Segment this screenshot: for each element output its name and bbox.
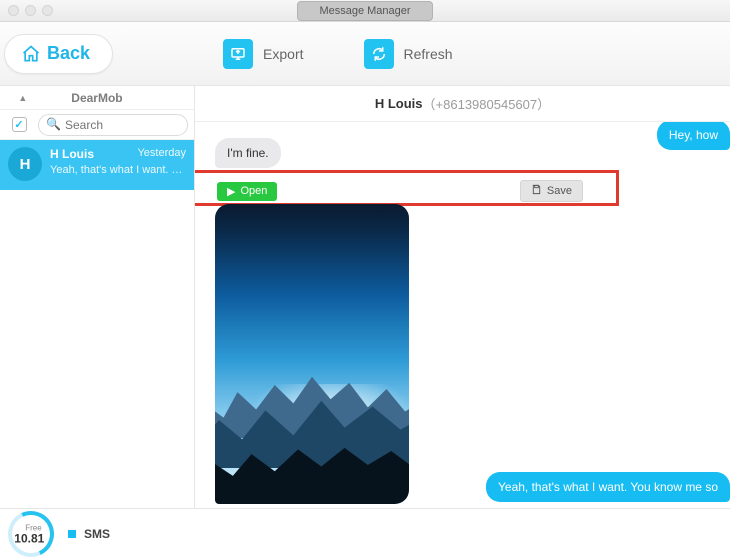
sidebar-header[interactable]: ▲ DearMob	[0, 86, 194, 110]
refresh-icon	[364, 39, 394, 69]
refresh-button[interactable]: Refresh	[364, 39, 453, 69]
conversation-name: H Louis	[50, 147, 94, 161]
back-button[interactable]: Back	[4, 34, 113, 74]
storage-label: Free	[25, 522, 41, 531]
chat-pane: H Louis （+8613980545607） Hey, how I'm fi…	[195, 86, 730, 508]
top-toolbar: Back Export Refresh	[0, 22, 730, 86]
category-label: SMS	[84, 527, 110, 541]
avatar: H	[8, 147, 42, 181]
chat-body: Hey, how I'm fine. ▶ Open Sa	[195, 122, 730, 508]
chat-header-name: H Louis	[375, 96, 423, 111]
export-button[interactable]: Export	[223, 39, 303, 69]
save-label: Save	[547, 185, 572, 197]
search-row: ✓ 🔍	[0, 110, 194, 140]
back-label: Back	[47, 43, 90, 64]
traffic-light-minimize[interactable]	[25, 5, 36, 16]
traffic-light-zoom[interactable]	[42, 5, 53, 16]
incoming-message: I'm fine.	[215, 138, 281, 168]
conversation-item[interactable]: H H Louis Yesterday Yeah, that's what I …	[0, 140, 194, 190]
outgoing-message: Yeah, that's what I want. You know me so	[486, 472, 730, 502]
attachment-block: ▶ Open Save	[215, 178, 425, 504]
play-icon: ▶	[227, 185, 235, 198]
sidebar: ▲ DearMob ✓ 🔍 H H Louis Yesterday Yeah, …	[0, 86, 195, 508]
select-all-checkbox[interactable]: ✓	[12, 117, 27, 132]
chat-header-phone: （+8613980545607）	[423, 94, 551, 113]
chat-header: H Louis （+8613980545607）	[195, 86, 730, 122]
storage-value: 10.81	[14, 531, 44, 545]
storage-gauge: Free 10.81	[2, 504, 61, 558]
window-title: Message Manager	[297, 1, 432, 21]
export-label: Export	[263, 46, 303, 62]
attachment-toolbar: ▶ Open Save	[215, 178, 425, 204]
category-color-swatch	[68, 530, 76, 538]
refresh-label: Refresh	[404, 46, 453, 62]
conversation-preview: Yeah, that's what I want. You kno...	[50, 164, 186, 176]
attachment-image[interactable]	[215, 204, 409, 504]
conversation-time: Yesterday	[137, 147, 186, 161]
traffic-light-close[interactable]	[8, 5, 19, 16]
save-icon	[531, 184, 542, 198]
sort-icon: ▲	[18, 93, 27, 103]
export-icon	[223, 39, 253, 69]
save-button[interactable]: Save	[520, 180, 583, 202]
outgoing-message: Hey, how	[657, 122, 730, 150]
brand-label: DearMob	[71, 91, 122, 105]
search-icon: 🔍	[46, 117, 61, 131]
bottom-bar: Free 10.81 SMS	[0, 508, 730, 558]
open-label: Open	[240, 185, 267, 197]
open-button[interactable]: ▶ Open	[217, 182, 277, 201]
window-titlebar: Message Manager	[0, 0, 730, 22]
home-icon	[21, 44, 41, 64]
traffic-lights	[8, 5, 53, 16]
